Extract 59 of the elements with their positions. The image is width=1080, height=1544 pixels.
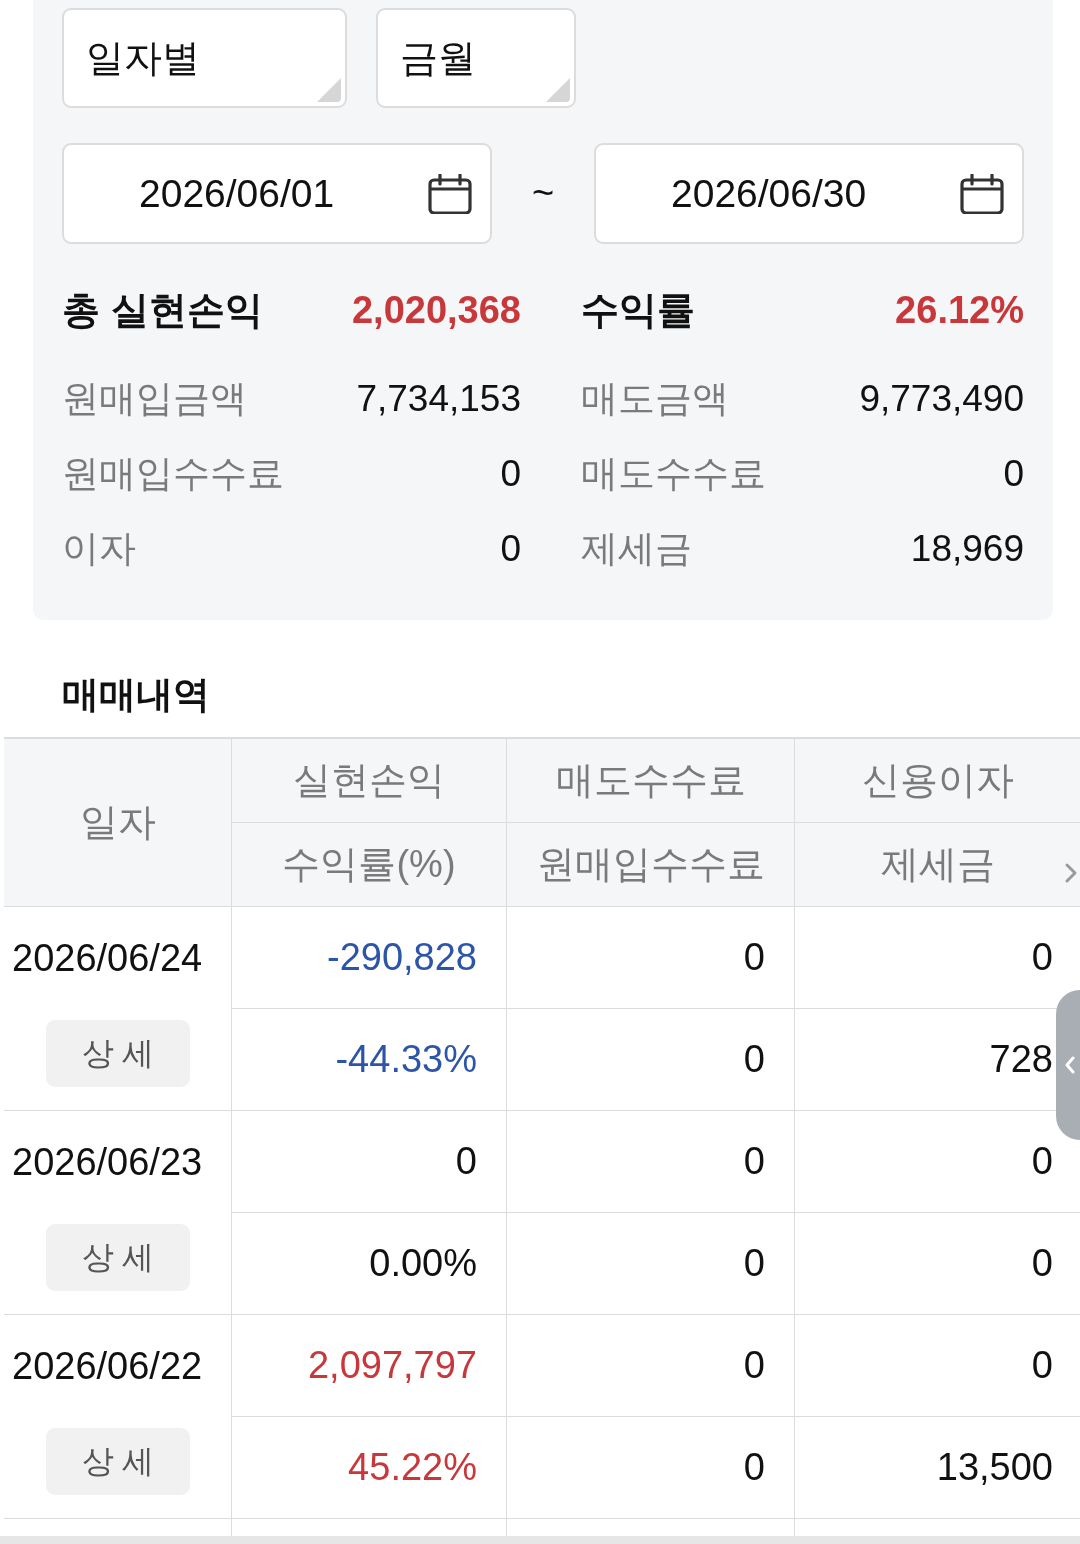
period-dropdown[interactable]: 일자별 <box>62 8 347 108</box>
summary-value: 7,734,153 <box>356 377 521 420</box>
column-header: 신용이자 <box>795 739 1080 823</box>
side-panel-handle[interactable] <box>1056 990 1080 1140</box>
summary-value: 0 <box>500 452 521 495</box>
date-value: 2026/06/30 <box>671 171 867 216</box>
table-cell: 0 <box>507 1417 795 1519</box>
summary-label: 수익률 <box>581 287 695 333</box>
corner-triangle-icon <box>315 76 341 102</box>
table-cell: 2,097,797 <box>232 1315 507 1417</box>
column-header: 매도수수료 <box>507 739 795 823</box>
summary-value: 2,020,368 <box>351 288 521 332</box>
table-cell: 0.00% <box>232 1213 507 1315</box>
detail-button[interactable]: 상 세 <box>46 1020 190 1087</box>
calendar-icon[interactable] <box>428 173 472 214</box>
summary-value: 0 <box>1003 452 1024 495</box>
date-field[interactable]: 2026/06/01 <box>62 143 492 244</box>
table-cell: -290,828 <box>232 907 507 1009</box>
range-separator: ~ <box>531 172 555 215</box>
date-cell: 2026/06/23 <box>12 1140 203 1184</box>
calendar-icon[interactable] <box>960 173 1004 214</box>
chevron-right-icon[interactable] <box>1064 862 1078 884</box>
summary-label: 매도금액 <box>581 376 729 421</box>
table-cell: 0 <box>507 1315 795 1417</box>
table-cell: 0 <box>507 907 795 1009</box>
table-cell: 0 <box>507 1111 795 1213</box>
summary-label: 이자 <box>62 526 136 571</box>
table-cell: 45.22% <box>232 1417 507 1519</box>
summary-label: 매도수수료 <box>581 451 766 496</box>
summary-value: 9,773,490 <box>859 377 1024 420</box>
date-field[interactable]: 2026/06/30 <box>594 143 1024 244</box>
date-cell: 2026/06/24 <box>12 936 203 980</box>
summary-label: 총 실현손익 <box>62 287 263 333</box>
detail-button[interactable]: 상 세 <box>46 1428 190 1495</box>
column-header: 원매입수수료 <box>507 823 795 907</box>
summary-label: 원매입금액 <box>62 376 247 421</box>
table-cell: 0 <box>507 1009 795 1111</box>
table-cell: 0 <box>507 1213 795 1315</box>
date-cell: 2026/06/22 <box>12 1344 203 1388</box>
column-header: 제세금 <box>795 823 1080 907</box>
section-title: 매매내역 <box>62 673 210 717</box>
table-cell: 13,500 <box>795 1417 1080 1519</box>
table-cell: -44.33% <box>232 1009 507 1111</box>
corner-triangle-icon <box>544 76 570 102</box>
chevron-left-icon <box>1065 1056 1075 1074</box>
table-cell: 0 <box>795 1315 1080 1417</box>
summary-value: 18,969 <box>910 527 1024 570</box>
detail-button[interactable]: 상 세 <box>46 1224 190 1291</box>
period-dropdown[interactable]: 금월 <box>376 8 576 108</box>
summary-value: 0 <box>500 527 521 570</box>
summary-value: 26.12% <box>895 288 1024 332</box>
date-value: 2026/06/01 <box>139 171 335 216</box>
column-header: 수익률(%) <box>232 823 507 907</box>
table-cell: 0 <box>795 1213 1080 1315</box>
summary-label: 원매입수수료 <box>62 451 284 496</box>
column-header: 일자 <box>4 739 232 907</box>
column-header: 실현손익 <box>232 739 507 823</box>
summary-label: 제세금 <box>581 526 692 571</box>
table-cell: 0 <box>232 1111 507 1213</box>
